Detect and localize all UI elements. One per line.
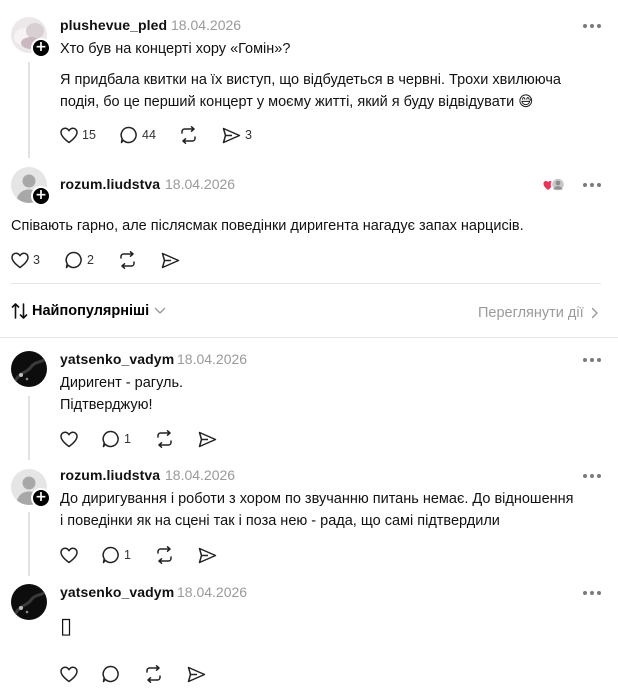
chevron-down-icon: [154, 307, 166, 314]
share-icon: [198, 431, 217, 447]
comment-username[interactable]: yatsenko_vadym: [60, 351, 174, 367]
comment-count: 1: [124, 548, 131, 562]
comment-text-line: Диригент - рагуль.: [60, 375, 184, 391]
share-icon: [187, 666, 206, 682]
share-count: 3: [245, 128, 252, 142]
more-icon[interactable]: [583, 358, 601, 362]
comment-button[interactable]: 1: [102, 544, 131, 566]
more-icon[interactable]: [583, 474, 601, 478]
comment-button[interactable]: 1: [102, 428, 131, 450]
repost-icon: [157, 430, 172, 448]
repost-button[interactable]: [144, 663, 163, 685]
follow-badge[interactable]: +: [31, 38, 51, 58]
like-button[interactable]: 15: [60, 124, 96, 146]
comment-date: 18.04.2026: [165, 467, 236, 483]
comment-date: 18.04.2026: [177, 584, 248, 600]
repost-button[interactable]: [118, 249, 137, 271]
heart-icon: [60, 666, 78, 682]
repost-icon: [146, 665, 161, 683]
view-activity-link[interactable]: Переглянути дії: [478, 303, 599, 323]
repost-icon: [157, 546, 172, 564]
repost-button[interactable]: [155, 544, 174, 566]
post-title: Хто був на концерті хору «Гомін»?: [60, 41, 291, 57]
thread-line: [28, 512, 30, 576]
more-icon[interactable]: [583, 183, 601, 187]
heart-icon: [60, 547, 78, 563]
like-button[interactable]: [60, 428, 78, 450]
view-activity-label: Переглянути дії: [478, 305, 584, 321]
comment-date: 18.04.2026: [177, 351, 248, 367]
comment-text-line: і поведінки як на сцені так і поза нею -…: [60, 513, 500, 529]
emoji: 😅: [518, 94, 534, 110]
like-button[interactable]: [60, 663, 78, 685]
follow-badge[interactable]: +: [31, 488, 51, 508]
share-icon: [161, 252, 180, 268]
post-username[interactable]: plushevue_pled: [60, 17, 167, 33]
like-button[interactable]: 3: [11, 249, 40, 271]
follow-badge[interactable]: +: [31, 186, 51, 206]
post-body-line: Я придбала квитки на їх виступ, що відбу…: [60, 72, 561, 88]
repost-icon: [181, 126, 196, 144]
reply-date: 18.04.2026: [165, 176, 236, 192]
comment-glyph: ▯: [60, 614, 73, 639]
comment-count: 44: [142, 128, 156, 142]
heart-icon: [11, 252, 29, 268]
share-button[interactable]: [161, 249, 180, 271]
comment-username[interactable]: rozum.liudstva: [60, 467, 160, 483]
heart-icon: [60, 127, 78, 143]
more-icon[interactable]: [583, 591, 601, 595]
share-button[interactable]: [198, 428, 217, 450]
heart-icon: [60, 431, 78, 447]
like-button[interactable]: [60, 544, 78, 566]
comment-icon: [102, 665, 119, 683]
reply-username[interactable]: rozum.liudstva: [60, 176, 160, 192]
post-body-line: подія, бо це перший концерт у моєму житт…: [60, 91, 533, 113]
thread-line: [28, 62, 30, 158]
reply-text: Співають гарно, але післясмак поведінки …: [11, 218, 524, 234]
like-count: 15: [82, 128, 96, 142]
comment-button[interactable]: 44: [120, 124, 156, 146]
share-button[interactable]: [198, 544, 217, 566]
comment-icon: [65, 251, 82, 269]
share-button[interactable]: [187, 663, 206, 685]
comment-count: 2: [87, 253, 94, 267]
comment-icon: [102, 546, 119, 564]
comment-button[interactable]: [102, 663, 120, 685]
repost-button[interactable]: [179, 124, 198, 146]
divider: [0, 337, 618, 338]
sort-label: Найпопулярніші: [32, 303, 150, 319]
liked-by-indicator[interactable]: [543, 177, 567, 193]
share-button[interactable]: 3: [222, 124, 252, 146]
sort-icon: [11, 303, 28, 319]
repost-icon: [120, 251, 135, 269]
comment-icon: [120, 126, 137, 144]
comment-button[interactable]: 2: [65, 249, 94, 271]
repost-button[interactable]: [155, 428, 174, 450]
avatar[interactable]: [11, 351, 47, 387]
avatar[interactable]: [11, 584, 47, 620]
comment-text-line: До диригування і роботи з хором по звуча…: [60, 491, 574, 507]
share-icon: [198, 547, 217, 563]
sort-dropdown[interactable]: Найпопулярніші: [11, 301, 166, 321]
comment-username[interactable]: yatsenko_vadym: [60, 584, 174, 600]
comment-text-line: Підтверджую!: [60, 397, 153, 413]
divider: [11, 283, 601, 284]
like-count: 3: [33, 253, 40, 267]
thread-line: [28, 396, 30, 460]
share-icon: [222, 127, 241, 143]
chevron-right-icon: [591, 307, 598, 319]
post-date: 18.04.2026: [171, 17, 242, 33]
post-body-text: подія, бо це перший концерт у моєму житт…: [60, 94, 515, 110]
more-icon[interactable]: [583, 24, 601, 28]
comment-count: 1: [124, 432, 131, 446]
comment-icon: [102, 430, 119, 448]
